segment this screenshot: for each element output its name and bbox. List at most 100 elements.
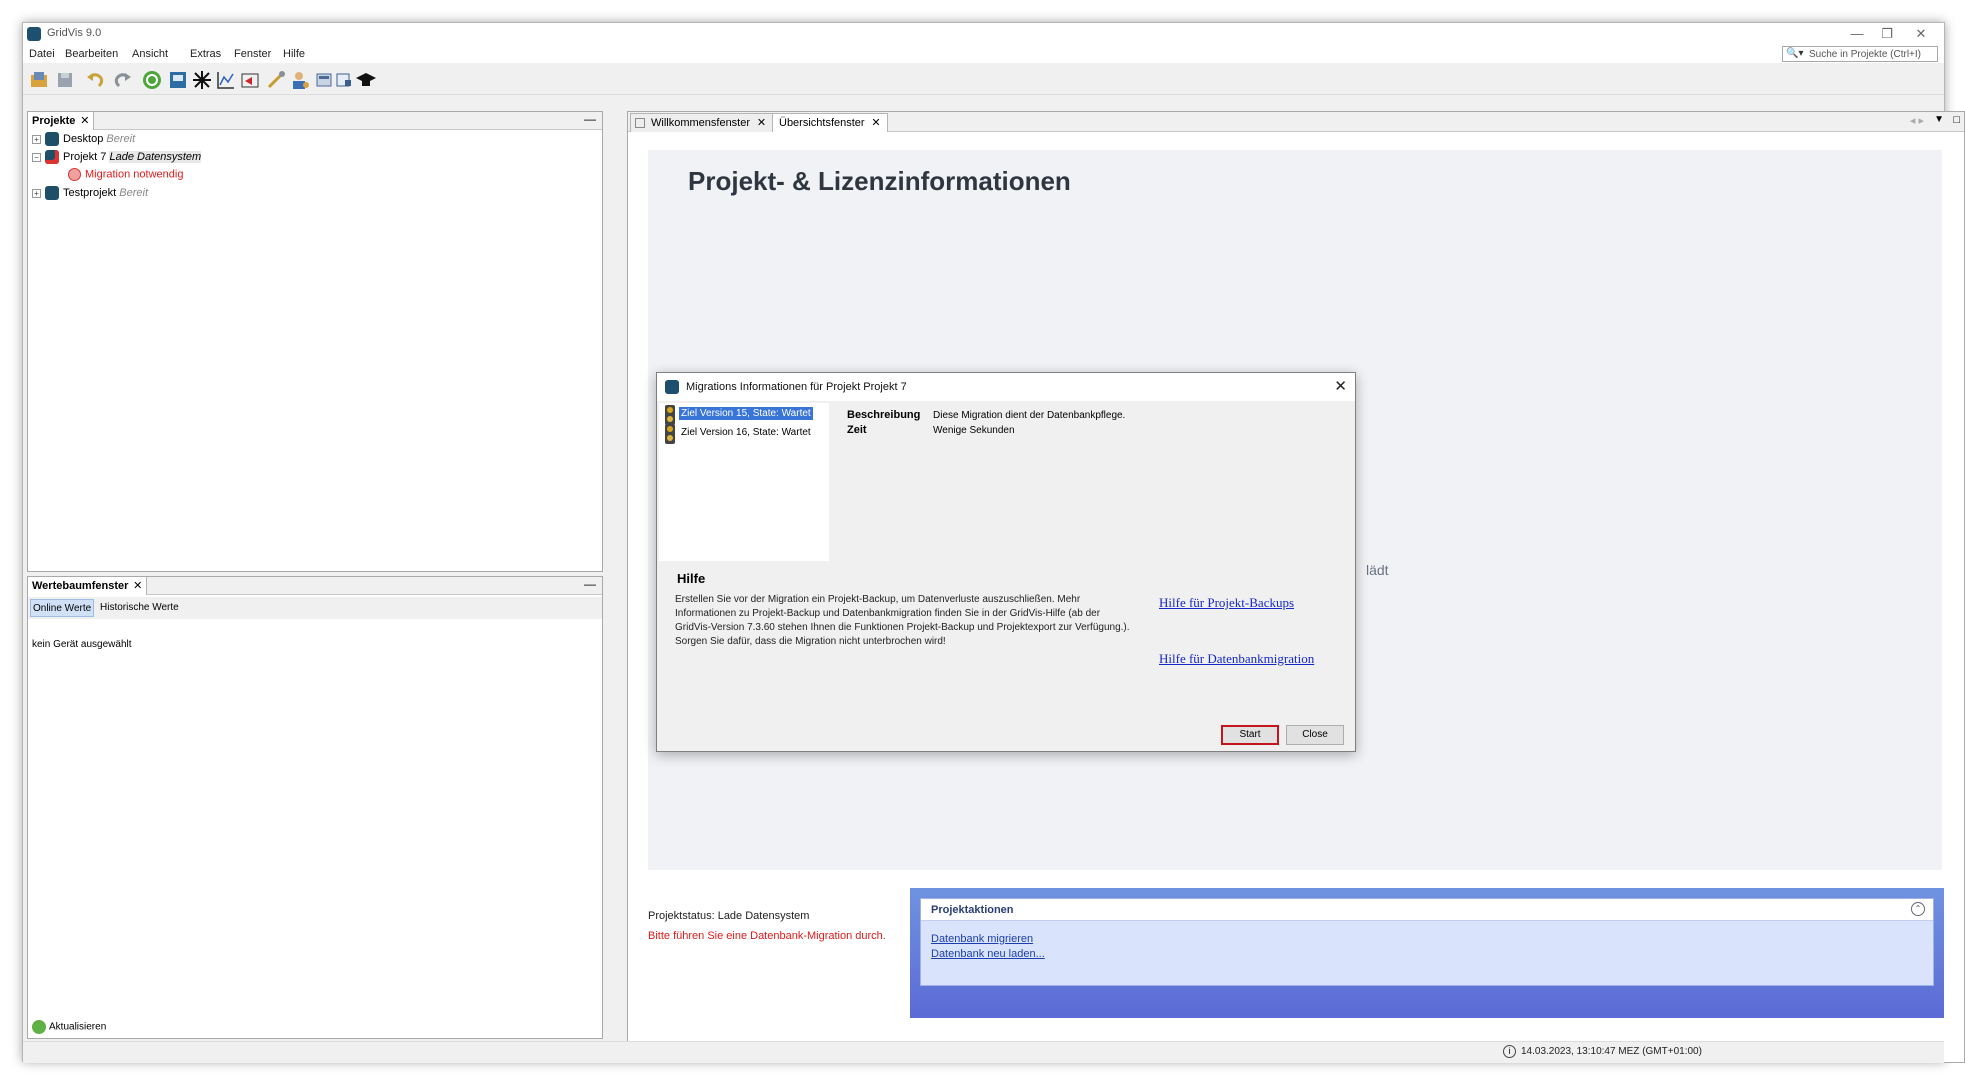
redo-icon[interactable] [111, 69, 133, 91]
collapse-icon[interactable]: ⌃ [1911, 902, 1925, 916]
open-project-icon[interactable] [29, 69, 51, 91]
tab-historische-werte[interactable]: Historische Werte [98, 599, 181, 617]
menu-ansicht[interactable]: Ansicht [132, 48, 168, 60]
refresh-button[interactable]: Aktualisieren [32, 1020, 106, 1034]
close-button[interactable]: Close [1286, 725, 1344, 745]
migration-label: Migration notwendig [85, 168, 184, 181]
user-icon[interactable] [289, 69, 311, 91]
expand-icon[interactable]: + [32, 188, 41, 198]
collapse-icon[interactable]: − [32, 152, 41, 162]
minimize-button[interactable]: — [1842, 25, 1872, 43]
undo-icon[interactable] [85, 69, 107, 91]
maximize-icon[interactable]: □ [1953, 114, 1960, 126]
time-value: Wenige Sekunden [933, 425, 1015, 436]
academy-icon[interactable] [355, 69, 377, 91]
project-name: Projekt 7 [63, 150, 107, 163]
app-title: GridVis 9.0 [47, 27, 102, 39]
search-input[interactable]: 🔍▾ Suche in Projekte (Ctrl+I) [1782, 46, 1938, 62]
project-status: Bereit [106, 132, 136, 145]
expand-icon[interactable]: + [32, 134, 41, 144]
tree-item-migration[interactable]: Migration notwendig [68, 168, 183, 185]
migration-warning-text: Bitte führen Sie eine Datenbank-Migratio… [648, 930, 886, 942]
device-icon[interactable] [167, 69, 189, 91]
project-name: Testprojekt [63, 186, 117, 199]
menu-bar: Datei Bearbeiten Ansicht Extras Fenster … [23, 45, 1944, 63]
description-value: Diese Migration dient der Datenbankpfleg… [933, 410, 1126, 421]
backup-help-link[interactable]: Hilfe für Projekt-Backups [1159, 595, 1294, 611]
refresh-label: Aktualisieren [49, 1021, 107, 1033]
values-panel: Wertebaumfenster ✕ — Online Werte Histor… [27, 576, 603, 1039]
tab-label: Willkommensfenster [651, 117, 751, 129]
app-logo-icon [27, 27, 41, 41]
tree-item-testprojekt[interactable]: + Testprojekt Bereit [32, 186, 148, 203]
help-text: Erstellen Sie vor der Migration ein Proj… [675, 594, 1130, 647]
migration-help-link[interactable]: Hilfe für Datenbankmigration [1159, 651, 1314, 667]
projects-tab-label: Projekte [32, 115, 76, 127]
minimize-panel-icon[interactable]: — [584, 577, 596, 591]
tree-item-projekt-7[interactable]: − Projekt 7 Lade Datensystem [32, 150, 202, 167]
graph-icon[interactable] [215, 69, 237, 91]
report-icon[interactable] [333, 69, 355, 91]
traffic-light-icon [665, 405, 675, 425]
status-datetime: 14.03.2023, 13:10:47 MEZ (GMT+01:00) [1521, 1046, 1702, 1057]
tab-label: Übersichtsfenster [779, 117, 865, 129]
minimize-panel-icon[interactable]: — [584, 112, 596, 126]
search-icon: 🔍▾ [1786, 48, 1804, 59]
tree-item-desktop[interactable]: + Desktop Bereit [32, 132, 135, 149]
toolbar [23, 65, 1944, 95]
menu-bearbeiten[interactable]: Bearbeiten [65, 48, 118, 60]
tools-icon[interactable] [265, 69, 287, 91]
projects-panel: Projekte ✕ — + Desktop Bereit − Projekt 7 … [27, 111, 603, 572]
app-logo-icon [665, 380, 679, 394]
menu-datei[interactable]: Datei [29, 48, 55, 60]
time-label: Zeit [847, 424, 867, 436]
scroll-tabs-icon[interactable]: ◂ ▸ [1910, 114, 1924, 127]
close-window-button[interactable]: ✕ [1906, 25, 1936, 43]
project-icon [45, 186, 59, 200]
calculator-icon[interactable] [313, 69, 335, 91]
sync-icon[interactable] [141, 69, 163, 91]
close-icon[interactable]: ✕ [133, 579, 142, 592]
values-tab-label: Wertebaumfenster [32, 580, 129, 592]
project-icon [45, 132, 59, 146]
reload-database-link[interactable]: Datenbank neu laden... [931, 948, 1045, 960]
list-item[interactable]: Ziel Version 16, State: Wartet [663, 424, 825, 444]
tab-projekte[interactable]: Projekte ✕ [28, 112, 95, 130]
tab-willkommensfenster[interactable]: Willkommensfenster ✕ [630, 113, 774, 132]
page-title: Projekt- & Lizenzinformationen [688, 166, 1071, 196]
import-icon[interactable] [239, 69, 261, 91]
project-name: Desktop [63, 132, 104, 145]
info-icon[interactable]: i [1503, 1045, 1516, 1058]
tab-uebersichtsfenster[interactable]: Übersichtsfenster ✕ [772, 113, 888, 132]
menu-fenster[interactable]: Fenster [234, 48, 271, 60]
tab-list-icon[interactable]: ▼ [1934, 114, 1944, 125]
close-icon[interactable]: ✕ [80, 114, 89, 127]
menu-hilfe[interactable]: Hilfe [283, 48, 305, 60]
project-actions-header[interactable]: Projektaktionen ⌃ [921, 899, 1933, 921]
project-status: Bereit [119, 186, 149, 199]
list-item[interactable]: Ziel Version 15, State: Wartet [663, 405, 825, 425]
values-tabbar: Online Werte Historische Werte [28, 597, 602, 619]
title-bar: GridVis 9.0 — ❐ ✕ [23, 23, 1944, 45]
start-button[interactable]: Start [1221, 725, 1279, 745]
projects-panel-header: Projekte ✕ — [28, 112, 602, 130]
close-icon[interactable]: ✕ [871, 116, 880, 129]
close-icon[interactable]: ✕ [1334, 377, 1347, 395]
search-placeholder: Suche in Projekte (Ctrl+I) [1809, 49, 1921, 60]
tab-wertebaumfenster[interactable]: Wertebaumfenster ✕ [28, 577, 148, 595]
dialog-title: Migrations Informationen für Projekt Pro… [686, 381, 907, 393]
close-icon[interactable]: ✕ [757, 116, 766, 129]
topology-icon[interactable] [191, 69, 213, 91]
restore-button[interactable]: ❐ [1872, 25, 1902, 43]
tab-online-werte[interactable]: Online Werte [30, 599, 95, 617]
project-actions-box: Projektaktionen ⌃ Datenbank migrieren Da… [910, 888, 1944, 1018]
description-label: Beschreibung [847, 409, 921, 421]
menu-extras[interactable]: Extras [190, 48, 221, 60]
no-device-label: kein Gerät ausgewählt [32, 639, 132, 650]
help-title: Hilfe [677, 571, 706, 586]
refresh-icon [32, 1020, 46, 1034]
migration-warning-icon [68, 168, 81, 181]
document-tabs: Willkommensfenster ✕ Übersichtsfenster ✕… [628, 112, 1964, 132]
save-icon[interactable] [55, 69, 77, 91]
migrate-database-link[interactable]: Datenbank migrieren [931, 933, 1033, 945]
